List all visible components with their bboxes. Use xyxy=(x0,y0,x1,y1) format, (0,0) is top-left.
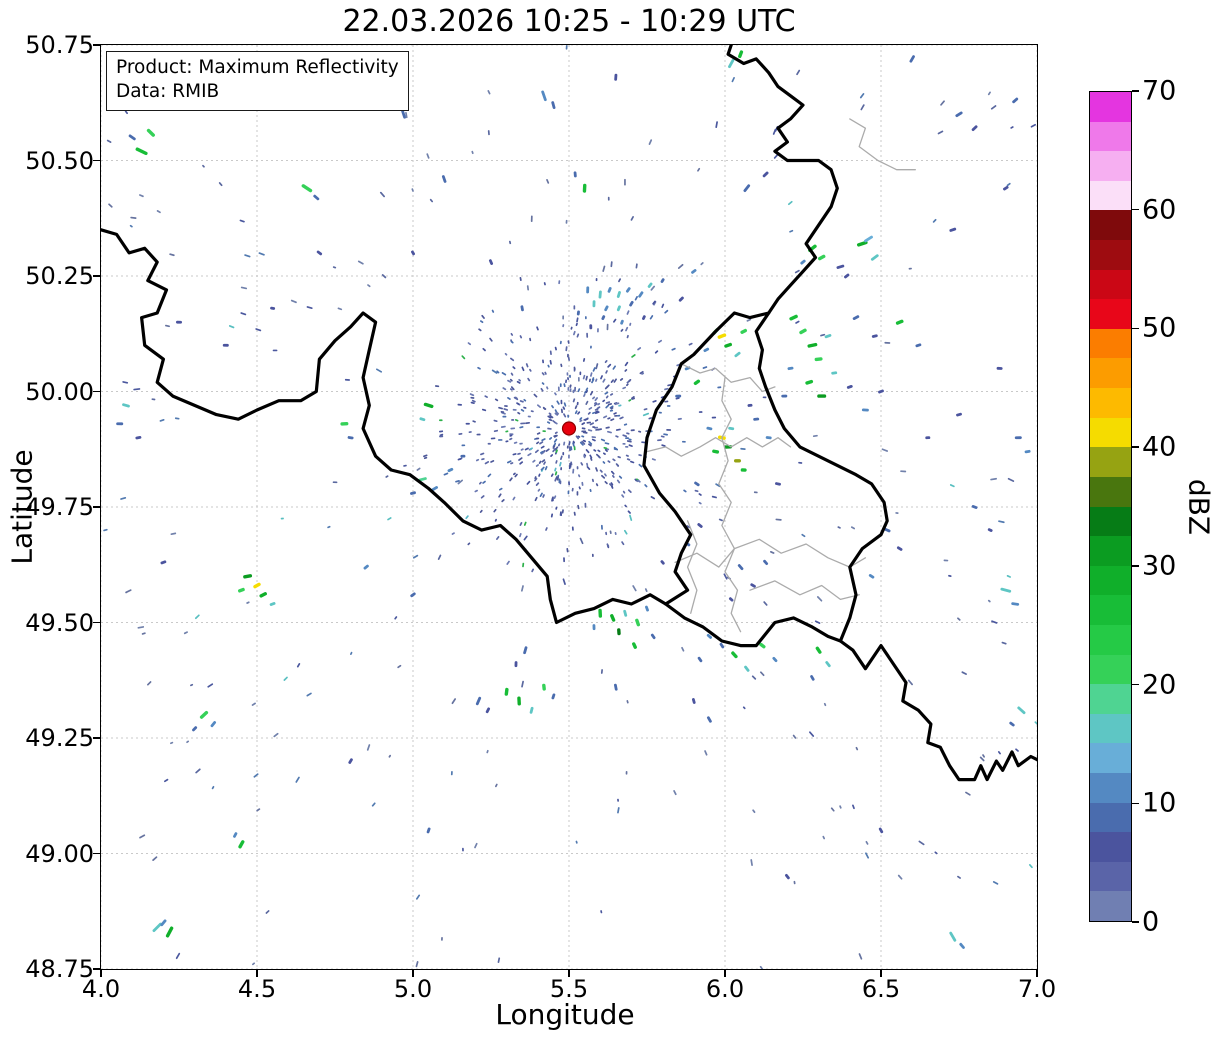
colorbar-segment xyxy=(1090,831,1131,862)
colorbar-tick-label: 10 xyxy=(1142,787,1177,819)
x-tick-label: 7.0 xyxy=(1017,975,1057,1003)
map-plot-area xyxy=(101,45,1037,969)
y-tick-mark xyxy=(93,390,100,393)
colorbar-segment xyxy=(1090,683,1131,714)
radar-echoes xyxy=(116,50,1031,949)
y-tick-label: 50.00 xyxy=(25,377,94,406)
colorbar-segment xyxy=(1090,121,1131,152)
colorbar-segment xyxy=(1090,594,1131,625)
colorbar-tick-label: 70 xyxy=(1142,75,1177,107)
regional-borders xyxy=(646,118,916,633)
colorbar-segment xyxy=(1090,476,1131,507)
y-tick-mark xyxy=(93,737,100,739)
x-tick-label: 4.5 xyxy=(237,975,277,1003)
colorbar-segment xyxy=(1090,772,1131,803)
colorbar-label: dBZ xyxy=(1182,478,1216,536)
colorbar xyxy=(1089,91,1132,922)
colorbar-segment xyxy=(1090,624,1131,655)
radar-figure: 22.03.2026 10:25 - 10:29 UTC Product: Ma… xyxy=(0,0,1219,1040)
colorbar-segment xyxy=(1090,535,1131,566)
colorbar-segment xyxy=(1090,417,1131,448)
colorbar-tick-label: 30 xyxy=(1142,550,1177,582)
x-tick-label: 6.0 xyxy=(705,975,745,1003)
y-tick-mark xyxy=(93,275,100,277)
y-tick-label: 50.75 xyxy=(25,31,94,59)
colorbar-segment xyxy=(1090,298,1131,329)
radar-site-marker xyxy=(561,421,577,436)
info-box: Product: Maximum Reflectivity Data: RMIB xyxy=(106,51,409,111)
y-tick-label: 50.50 xyxy=(25,146,94,175)
colorbar-segment xyxy=(1090,150,1131,181)
y-tick-mark xyxy=(93,968,100,970)
colorbar-segment xyxy=(1090,802,1131,833)
colorbar-tick-mark xyxy=(1132,921,1139,923)
colorbar-segment xyxy=(1090,91,1131,122)
colorbar-tick-mark xyxy=(1132,208,1139,211)
colorbar-tick-mark xyxy=(1132,683,1139,686)
colorbar-tick-label: 60 xyxy=(1142,194,1177,226)
info-product-line: Product: Maximum Reflectivity xyxy=(116,57,399,78)
colorbar-segment xyxy=(1090,180,1131,211)
colorbar-segment xyxy=(1090,239,1131,270)
chart-title: 22.03.2026 10:25 - 10:29 UTC xyxy=(342,4,796,39)
x-tick-label: 6.5 xyxy=(861,975,901,1003)
colorbar-tick-label: 50 xyxy=(1142,312,1177,344)
y-tick-label: 48.75 xyxy=(25,955,94,983)
info-data-line: Data: RMIB xyxy=(116,81,220,103)
colorbar-tick-mark xyxy=(1132,90,1139,92)
colorbar-tick-mark xyxy=(1132,565,1139,567)
colorbar-tick-mark xyxy=(1132,327,1139,330)
colorbar-segment xyxy=(1090,328,1131,359)
colorbar-tick-mark xyxy=(1132,446,1139,448)
colorbar-segment xyxy=(1090,654,1131,685)
colorbar-segment xyxy=(1090,210,1131,241)
y-tick-mark xyxy=(93,852,100,855)
colorbar-segment xyxy=(1090,713,1131,744)
y-tick-label: 49.00 xyxy=(25,839,94,868)
colorbar-segment xyxy=(1090,861,1131,892)
y-tick-mark xyxy=(93,159,100,162)
colorbar-tick-mark xyxy=(1132,802,1139,805)
y-tick-label: 49.75 xyxy=(25,493,94,521)
y-tick-mark xyxy=(93,44,100,46)
colorbar-segment xyxy=(1090,269,1131,300)
colorbar-tick-label: 20 xyxy=(1142,669,1177,701)
colorbar-tick-label: 0 xyxy=(1142,906,1160,938)
y-tick-label: 50.25 xyxy=(25,262,94,290)
x-tick-label: 5.0 xyxy=(393,975,433,1003)
colorbar-segment xyxy=(1090,742,1131,773)
colorbar-segment xyxy=(1090,446,1131,477)
colorbar-segment xyxy=(1090,358,1131,389)
y-tick-mark xyxy=(93,506,100,508)
gridlines xyxy=(101,45,1037,969)
y-tick-mark xyxy=(93,621,100,624)
colorbar-segment xyxy=(1090,890,1131,921)
x-tick-label: 5.5 xyxy=(549,975,589,1003)
colorbar-segment xyxy=(1090,565,1131,596)
colorbar-segment xyxy=(1090,506,1131,537)
colorbar-tick-label: 40 xyxy=(1142,431,1177,463)
y-tick-label: 49.25 xyxy=(25,724,94,752)
y-tick-label: 49.50 xyxy=(25,608,94,637)
colorbar-segment xyxy=(1090,387,1131,418)
